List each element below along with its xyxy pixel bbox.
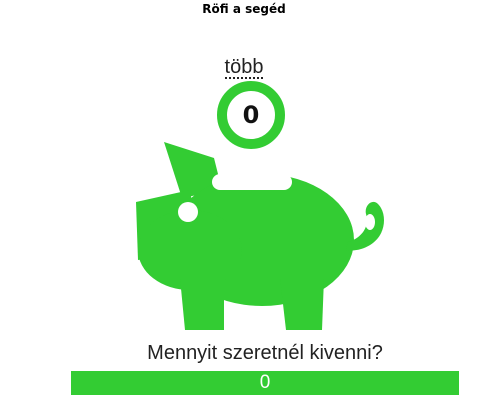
more-link[interactable]: több	[224, 57, 264, 79]
more-link-container: több	[0, 55, 488, 79]
coin-counter: 0	[217, 81, 285, 149]
withdraw-question: Mennyit szeretnél kivenni?	[147, 342, 383, 364]
piggy-bank-icon	[136, 142, 384, 330]
coin-value: 0	[242, 101, 260, 129]
page-title: Röfi a segéd	[202, 2, 286, 16]
withdraw-amount-input[interactable]: 0	[71, 371, 459, 395]
withdraw-amount-value: 0	[259, 372, 271, 393]
